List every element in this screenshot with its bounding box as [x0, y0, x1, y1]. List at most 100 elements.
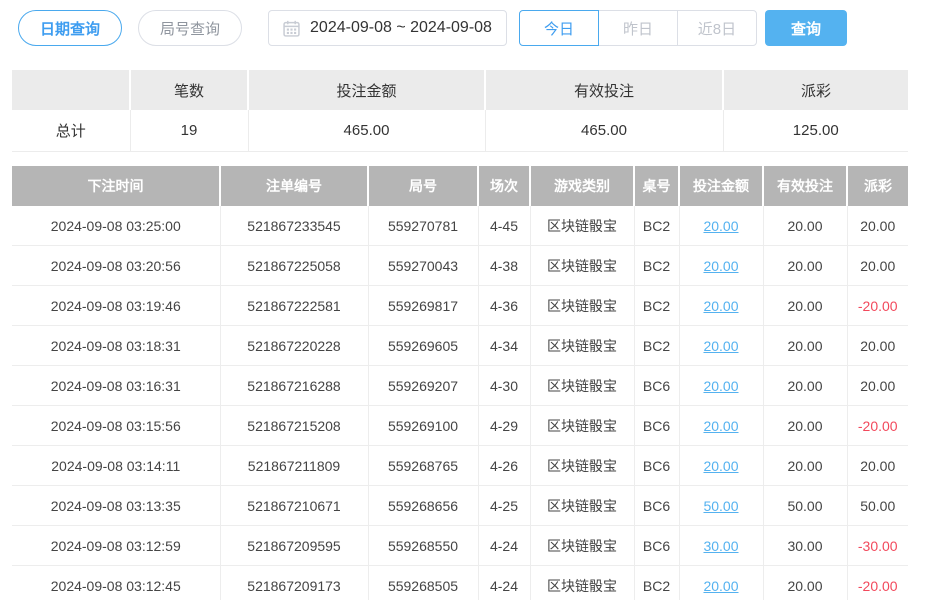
- bet-id-cell: 521867225058: [220, 246, 368, 286]
- round-id-cell: 559269605: [368, 326, 478, 366]
- valid-bet-cell: 20.00: [763, 246, 847, 286]
- session-cell: 4-29: [478, 406, 530, 446]
- table-row: 2024-09-08 03:15:56 521867215208 5592691…: [12, 406, 908, 446]
- valid-bet-cell: 30.00: [763, 526, 847, 566]
- payout-cell: 20.00: [847, 446, 908, 486]
- round-id-cell: 559268656: [368, 486, 478, 526]
- table-no-cell: BC6: [634, 526, 679, 566]
- date-range-value: 2024-09-08 ~ 2024-09-08: [310, 19, 492, 37]
- summary-count-value: 19: [130, 110, 248, 152]
- today-button[interactable]: 今日: [519, 10, 599, 46]
- bet-amount-cell: 20.00: [679, 446, 763, 486]
- bet-id-cell: 521867220228: [220, 326, 368, 366]
- table-row: 2024-09-08 03:18:31 521867220228 5592696…: [12, 326, 908, 366]
- bet-amount-link[interactable]: 20.00: [703, 378, 738, 394]
- summary-payout-value: 125.00: [723, 110, 908, 152]
- summary-bet-amount-value: 465.00: [248, 110, 485, 152]
- header-valid-bet: 有效投注: [763, 166, 847, 206]
- session-cell: 4-38: [478, 246, 530, 286]
- table-row: 2024-09-08 03:16:31 521867216288 5592692…: [12, 366, 908, 406]
- bet-amount-link[interactable]: 50.00: [703, 498, 738, 514]
- game-type-cell: 区块链骰宝: [530, 326, 634, 366]
- bet-time-cell: 2024-09-08 03:12:45: [12, 566, 220, 600]
- valid-bet-cell: 20.00: [763, 206, 847, 246]
- bet-amount-link[interactable]: 20.00: [703, 218, 738, 234]
- table-no-cell: BC2: [634, 246, 679, 286]
- summary-table: 笔数 投注金额 有效投注 派彩 总计 19 465.00 465.00 125.…: [12, 70, 908, 152]
- table-no-cell: BC2: [634, 206, 679, 246]
- session-cell: 4-34: [478, 326, 530, 366]
- header-session: 场次: [478, 166, 530, 206]
- bet-time-cell: 2024-09-08 03:14:11: [12, 446, 220, 486]
- payout-cell: 20.00: [847, 246, 908, 286]
- session-cell: 4-24: [478, 566, 530, 600]
- bet-time-cell: 2024-09-08 03:19:46: [12, 286, 220, 326]
- valid-bet-cell: 20.00: [763, 406, 847, 446]
- session-cell: 4-25: [478, 486, 530, 526]
- bet-time-cell: 2024-09-08 03:18:31: [12, 326, 220, 366]
- summary-total-label: 总计: [12, 110, 130, 152]
- bet-amount-link[interactable]: 20.00: [703, 338, 738, 354]
- bet-amount-link[interactable]: 20.00: [703, 258, 738, 274]
- payout-cell: -20.00: [847, 406, 908, 446]
- table-row: 2024-09-08 03:19:46 521867222581 5592698…: [12, 286, 908, 326]
- bet-id-cell: 521867233545: [220, 206, 368, 246]
- header-bet-time: 下注时间: [12, 166, 220, 206]
- yesterday-button[interactable]: 昨日: [598, 10, 678, 46]
- round-id-cell: 559270781: [368, 206, 478, 246]
- bet-amount-link[interactable]: 20.00: [703, 418, 738, 434]
- search-button[interactable]: 查询: [765, 10, 847, 46]
- valid-bet-cell: 20.00: [763, 566, 847, 600]
- table-no-cell: BC6: [634, 486, 679, 526]
- round-id-cell: 559270043: [368, 246, 478, 286]
- round-id-cell: 559269100: [368, 406, 478, 446]
- bet-amount-cell: 20.00: [679, 286, 763, 326]
- bet-amount-cell: 20.00: [679, 406, 763, 446]
- bet-id-cell: 521867210671: [220, 486, 368, 526]
- table-row: 2024-09-08 03:13:35 521867210671 5592686…: [12, 486, 908, 526]
- payout-cell: -30.00: [847, 526, 908, 566]
- session-cell: 4-30: [478, 366, 530, 406]
- valid-bet-cell: 20.00: [763, 326, 847, 366]
- table-row: 2024-09-08 03:14:11 521867211809 5592687…: [12, 446, 908, 486]
- bet-amount-cell: 20.00: [679, 206, 763, 246]
- table-no-cell: BC2: [634, 326, 679, 366]
- header-payout: 派彩: [847, 166, 908, 206]
- bet-time-cell: 2024-09-08 03:25:00: [12, 206, 220, 246]
- bet-amount-link[interactable]: 20.00: [703, 298, 738, 314]
- bet-id-cell: 521867209595: [220, 526, 368, 566]
- bet-amount-cell: 20.00: [679, 566, 763, 600]
- date-query-button[interactable]: 日期查询: [18, 10, 122, 46]
- game-type-cell: 区块链骰宝: [530, 246, 634, 286]
- quick-range-group: 今日 昨日 近8日: [519, 10, 757, 46]
- bet-time-cell: 2024-09-08 03:15:56: [12, 406, 220, 446]
- round-id-cell: 559269207: [368, 366, 478, 406]
- toolbar: 日期查询 局号查询 2024-09-08 ~ 2024-09-08 今日 昨日 …: [18, 10, 945, 46]
- session-cell: 4-36: [478, 286, 530, 326]
- bet-amount-cell: 20.00: [679, 326, 763, 366]
- calendar-icon: [283, 20, 300, 37]
- table-no-cell: BC6: [634, 366, 679, 406]
- bet-amount-link[interactable]: 20.00: [703, 458, 738, 474]
- date-range-input[interactable]: 2024-09-08 ~ 2024-09-08: [268, 10, 507, 46]
- payout-cell: 20.00: [847, 366, 908, 406]
- last-8-days-button[interactable]: 近8日: [677, 10, 757, 46]
- summary-total-row: 总计 19 465.00 465.00 125.00: [12, 110, 908, 152]
- game-type-cell: 区块链骰宝: [530, 286, 634, 326]
- table-row: 2024-09-08 03:12:45 521867209173 5592685…: [12, 566, 908, 600]
- bet-amount-cell: 50.00: [679, 486, 763, 526]
- header-game-type: 游戏类别: [530, 166, 634, 206]
- round-query-button[interactable]: 局号查询: [138, 10, 242, 46]
- bet-time-cell: 2024-09-08 03:12:59: [12, 526, 220, 566]
- game-type-cell: 区块链骰宝: [530, 566, 634, 600]
- summary-header-row: 笔数 投注金额 有效投注 派彩: [12, 70, 908, 110]
- valid-bet-cell: 50.00: [763, 486, 847, 526]
- game-type-cell: 区块链骰宝: [530, 366, 634, 406]
- bet-amount-link[interactable]: 30.00: [703, 538, 738, 554]
- summary-header-blank: [12, 70, 130, 110]
- summary-valid-bet-value: 465.00: [485, 110, 723, 152]
- bet-table: 下注时间 注单编号 局号 场次 游戏类别 桌号 投注金额 有效投注 派彩 202…: [12, 166, 908, 600]
- bet-amount-link[interactable]: 20.00: [703, 578, 738, 594]
- game-type-cell: 区块链骰宝: [530, 526, 634, 566]
- table-no-cell: BC6: [634, 446, 679, 486]
